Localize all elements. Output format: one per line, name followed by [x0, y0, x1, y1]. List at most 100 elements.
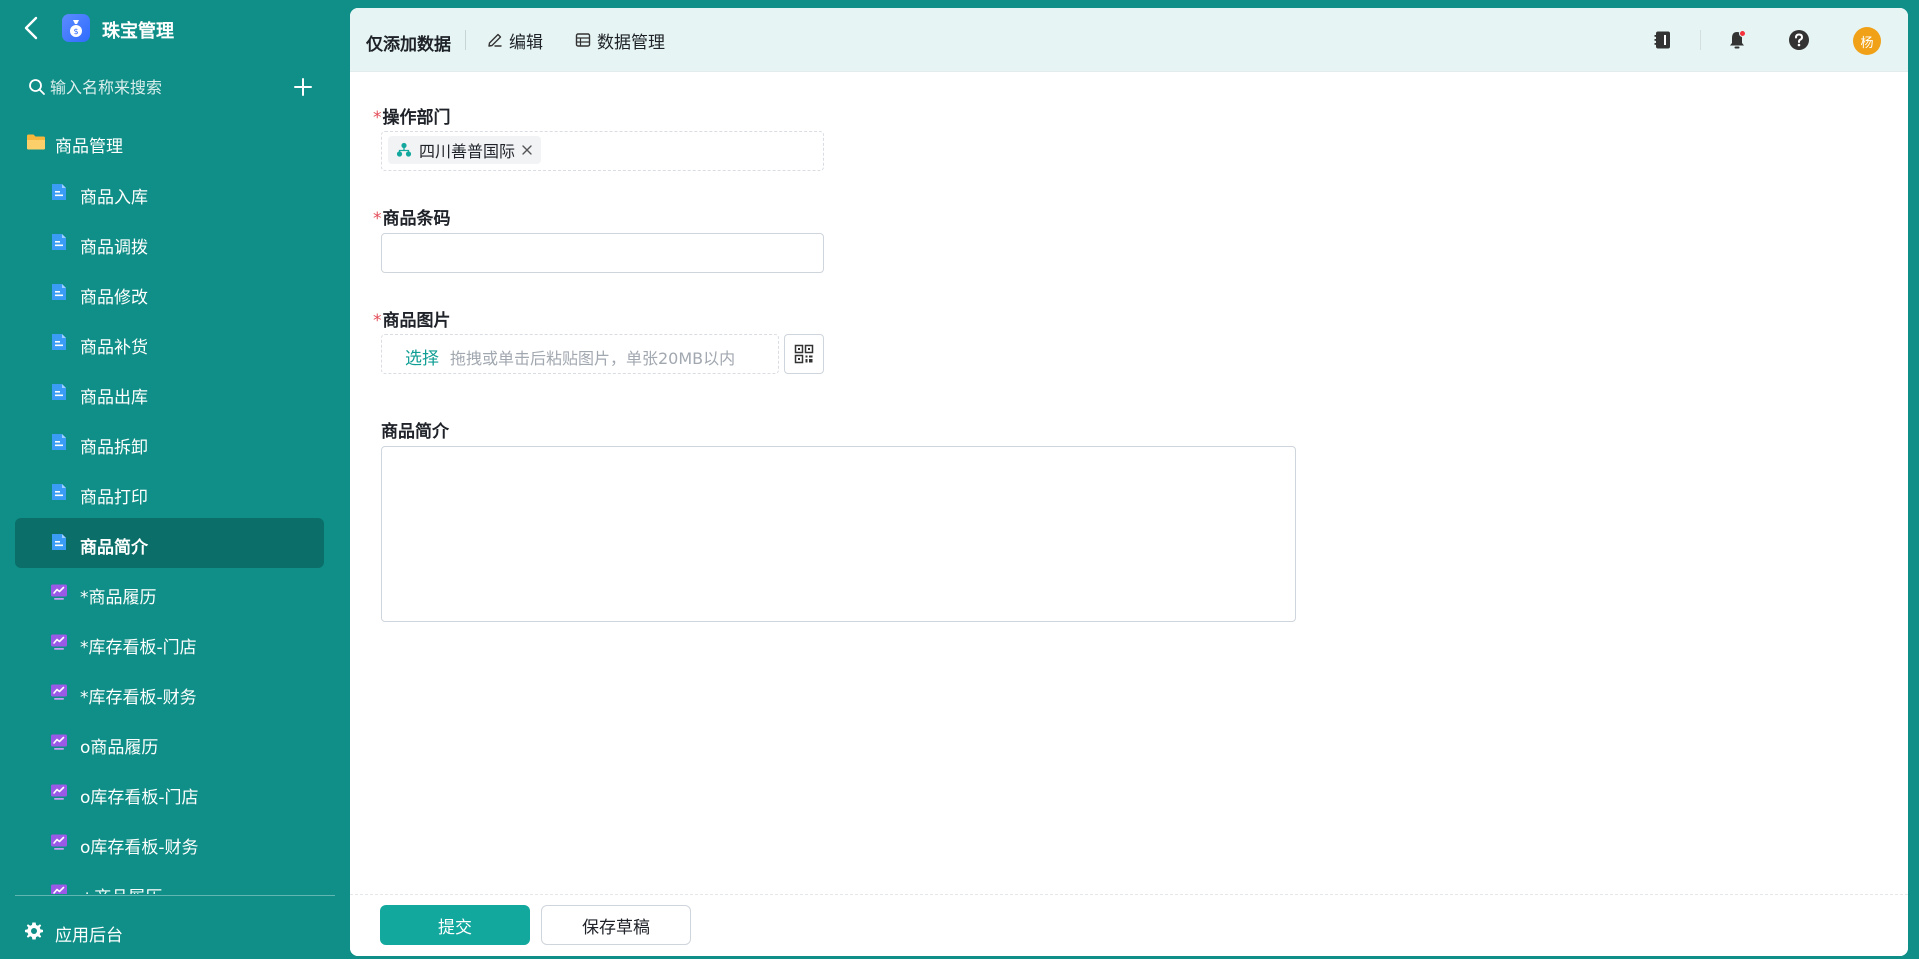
image-field-label: *商品图片: [373, 306, 451, 331]
topbar-divider: [465, 30, 466, 50]
dashboard-icon: [51, 684, 67, 700]
sidebar-search: [28, 74, 312, 102]
qr-code-icon: [794, 344, 814, 364]
dept-label-text: 操作部门: [382, 108, 451, 128]
sidebar-header: $ 珠宝管理: [0, 0, 350, 56]
topbar-divider: [1700, 30, 1701, 50]
close-icon[interactable]: [521, 144, 533, 156]
required-mark: *: [373, 311, 382, 331]
topbar: 仅添加数据 编辑 数据管理 杨: [350, 8, 1908, 72]
upload-choose-link[interactable]: 选择: [405, 344, 439, 369]
sidebar-item-label: *库存看板-财务: [80, 688, 197, 708]
barcode-label-text: 商品条码: [382, 209, 451, 229]
form-icon: [52, 184, 66, 200]
sidebar-item[interactable]: 商品入库: [15, 168, 324, 218]
dashboard-icon: [51, 834, 67, 850]
sidebar-item[interactable]: o库存看板-财务: [15, 818, 324, 868]
save-draft-button[interactable]: 保存草稿: [541, 905, 691, 945]
form-icon: [52, 484, 66, 500]
dashboard-icon: [51, 784, 67, 800]
edit-button[interactable]: 编辑: [487, 28, 543, 53]
address-book-icon[interactable]: [1649, 26, 1677, 54]
sidebar-item-label: 商品拆卸: [80, 438, 148, 458]
sidebar-item[interactable]: +商品履历: [15, 868, 324, 894]
sidebar-item-label: 商品简介: [80, 538, 148, 558]
data-manage-button[interactable]: 数据管理: [575, 28, 665, 53]
form-icon: [52, 384, 66, 400]
dept-field-label: *操作部门: [373, 103, 451, 128]
bell-icon[interactable]: [1723, 26, 1751, 54]
sidebar-item-label: +商品履历: [80, 883, 162, 894]
barcode-input[interactable]: [381, 233, 824, 273]
sidebar-item-label: o商品履历: [80, 738, 159, 758]
app-logo-icon: $: [62, 14, 90, 42]
sidebar-item-label: o库存看板-财务: [80, 838, 199, 858]
dashboard-icon: [51, 584, 67, 600]
sidebar: $ 珠宝管理 商品管理 商品入库 商品调拨 商品修改 商品补货 商品出库: [0, 0, 350, 959]
sidebar-item[interactable]: 商品拆卸: [15, 418, 324, 468]
sidebar-item[interactable]: 商品补货: [15, 318, 324, 368]
search-input[interactable]: [50, 74, 270, 100]
qr-code-button[interactable]: [784, 334, 824, 374]
sidebar-item-label: o库存看板-门店: [80, 788, 199, 808]
sidebar-nav: 商品入库 商品调拨 商品修改 商品补货 商品出库 商品拆卸 商品打印 商品简介: [0, 168, 350, 894]
edit-icon: [488, 33, 502, 47]
data-manage-label: 数据管理: [597, 32, 665, 53]
main-panel: 仅添加数据 编辑 数据管理 杨 *操作部门 四川善普国际 *商品条码 *商品图片…: [350, 8, 1908, 956]
dashboard-icon: [51, 884, 67, 894]
dept-tag: 四川善普国际: [388, 136, 542, 164]
search-icon: [29, 79, 45, 95]
gear-icon: [25, 922, 43, 940]
sidebar-item-label: 商品补货: [80, 338, 148, 358]
sidebar-item-label: 商品出库: [80, 388, 148, 408]
sidebar-item[interactable]: o库存看板-门店: [15, 768, 324, 818]
back-icon[interactable]: [20, 14, 44, 42]
form-icon: [52, 534, 66, 550]
sidebar-footer[interactable]: 应用后台: [0, 895, 350, 959]
sidebar-item-active[interactable]: 商品简介: [15, 518, 324, 568]
page-title: 仅添加数据: [366, 35, 451, 55]
form-icon: [52, 234, 66, 250]
dashboard-icon: [51, 634, 67, 650]
dept-selector[interactable]: 四川善普国际: [381, 131, 824, 171]
form-icon: [52, 284, 66, 300]
avatar[interactable]: 杨: [1853, 27, 1881, 55]
help-icon[interactable]: [1785, 26, 1813, 54]
form-footer: 提交 保存草稿: [350, 894, 1908, 956]
org-icon: [396, 142, 412, 157]
sidebar-item-label: *商品履历: [80, 588, 157, 608]
sidebar-item[interactable]: *商品履历: [15, 568, 324, 618]
dashboard-icon: [51, 734, 67, 750]
sidebar-item-label: *库存看板-门店: [80, 638, 197, 658]
sidebar-item[interactable]: *库存看板-财务: [15, 668, 324, 718]
required-mark: *: [373, 209, 382, 229]
upload-hint: 拖拽或单击后粘贴图片，单张20MB以内: [450, 349, 736, 368]
table-icon: [575, 33, 591, 47]
form-icon: [52, 434, 66, 450]
folder-icon: [27, 134, 45, 150]
add-icon[interactable]: [292, 76, 314, 98]
image-label-text: 商品图片: [382, 311, 451, 331]
sidebar-item-label: 商品打印: [80, 488, 148, 508]
sidebar-group-label: 商品管理: [55, 137, 123, 157]
sidebar-item-label: 商品入库: [80, 188, 148, 208]
form-icon: [52, 334, 66, 350]
app-admin-label: 应用后台: [55, 926, 123, 946]
edit-label: 编辑: [509, 32, 543, 53]
sidebar-group-goods[interactable]: 商品管理: [0, 128, 350, 158]
sidebar-item-label: 商品修改: [80, 288, 148, 308]
sidebar-item[interactable]: o商品履历: [15, 718, 324, 768]
sidebar-item[interactable]: 商品修改: [15, 268, 324, 318]
sidebar-item[interactable]: 商品出库: [15, 368, 324, 418]
sidebar-item[interactable]: *库存看板-门店: [15, 618, 324, 668]
sidebar-item[interactable]: 商品打印: [15, 468, 324, 518]
dept-tag-label: 四川善普国际: [419, 142, 516, 161]
intro-textarea[interactable]: [381, 446, 1296, 622]
submit-button[interactable]: 提交: [380, 905, 530, 945]
sidebar-item-label: 商品调拨: [80, 238, 148, 258]
app-title: 珠宝管理: [102, 21, 174, 42]
sidebar-item[interactable]: 商品调拨: [15, 218, 324, 268]
sidebar-divider: [15, 895, 335, 896]
image-upload-area[interactable]: 选择 拖拽或单击后粘贴图片，单张20MB以内: [381, 334, 779, 374]
svg-text:$: $: [73, 27, 78, 36]
